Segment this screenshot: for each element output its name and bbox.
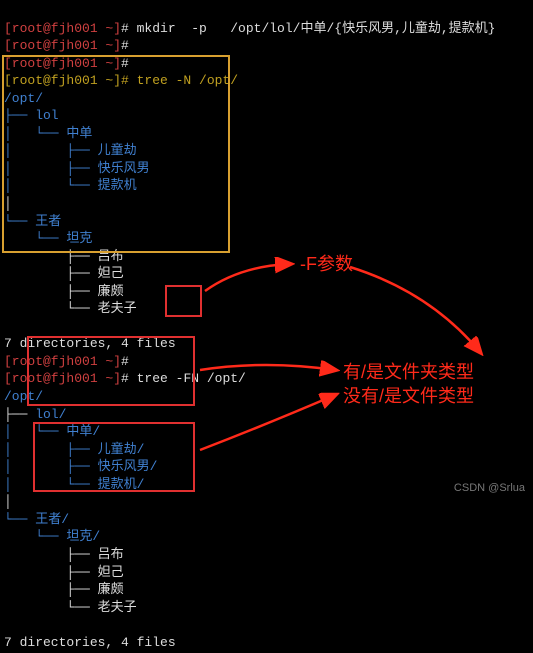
arrow-icon — [340, 262, 490, 362]
tree-output: ├── 妲己 — [4, 266, 124, 281]
tree-output: ├── 妲己 — [4, 565, 124, 580]
tree-output: └── 老夫子 — [4, 301, 137, 316]
prompt: [root@fjh001 ~] — [4, 38, 121, 53]
arrow-icon — [195, 390, 345, 460]
highlight-file-noslash — [33, 422, 195, 492]
tree-stats: 7 directories, 4 files — [4, 635, 176, 650]
arrow-icon — [200, 256, 300, 296]
highlight-dir-slash — [27, 336, 195, 406]
tree-output: └── 王者/ — [4, 512, 69, 527]
annotation-is-file: 没有/是文件类型 — [343, 382, 474, 408]
arrow-icon — [195, 355, 345, 385]
tree-output: │ — [4, 494, 12, 509]
highlight-flag-fn — [165, 285, 202, 317]
tree-output: └── 老夫子 — [4, 600, 137, 615]
command-mkdir: # mkdir -p /opt/lol/中单/{快乐风男,儿童劫,提款机} — [121, 21, 495, 36]
tree-output: ├── — [4, 407, 35, 422]
tree-output: ├── 廉颇 — [4, 582, 124, 597]
tree-output: ├── 廉颇 — [4, 284, 124, 299]
tree-output: └── 坦克/ — [4, 529, 100, 544]
tree-output: ├── 吕布 — [4, 547, 124, 562]
prompt: [root@fjh001 ~] — [4, 21, 121, 36]
watermark: CSDN @Srlua — [454, 482, 525, 494]
highlight-tree-n — [2, 55, 230, 253]
